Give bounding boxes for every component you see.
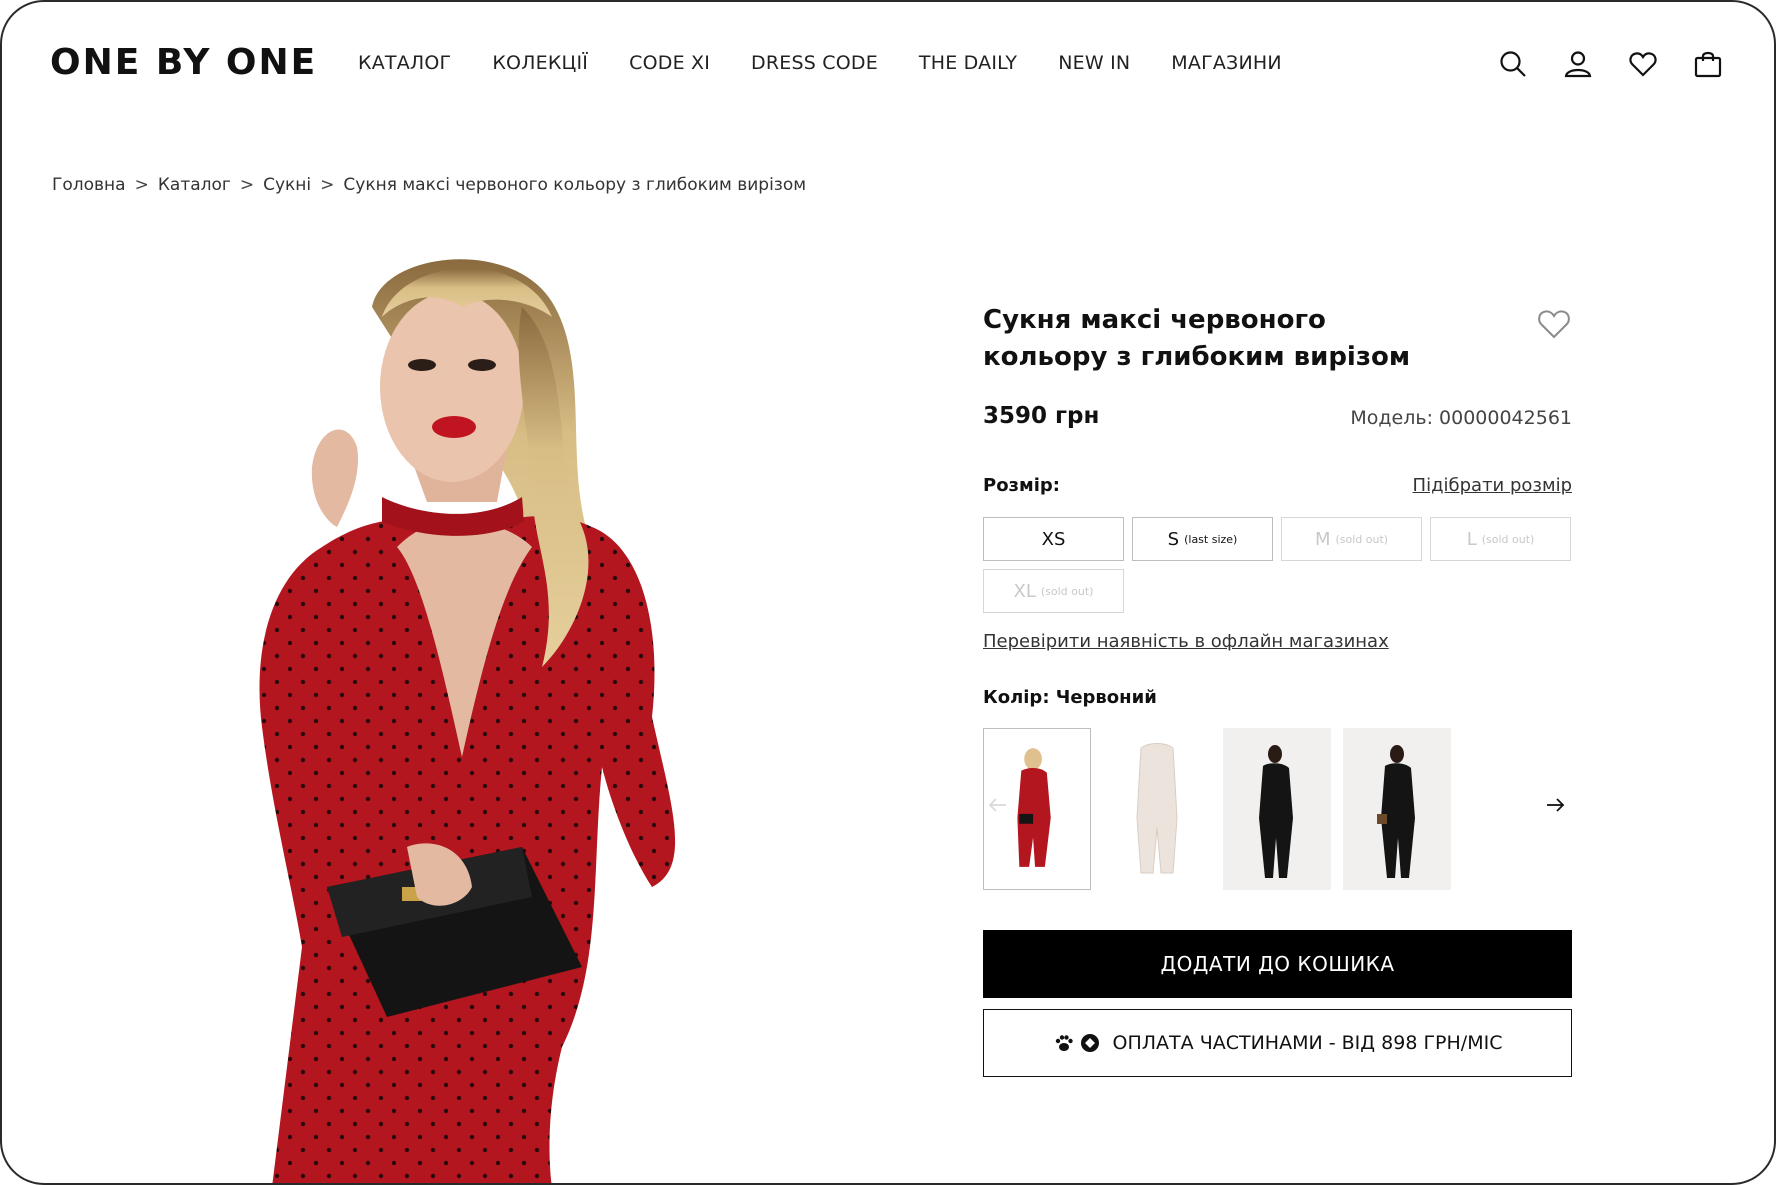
- installment-logo-icon: [1080, 1034, 1099, 1052]
- user-icon[interactable]: [1562, 48, 1594, 80]
- size-option-label: M: [1314, 528, 1331, 550]
- pay-in-installments-button[interactable]: ОПЛАТА ЧАСТИНАМИ - ВІД 898 ГРН/МІС: [983, 1009, 1572, 1077]
- color-label: Колір: Червоний: [983, 687, 1157, 708]
- breadcrumb-catalog[interactable]: Каталог: [158, 175, 231, 195]
- product-price: 3590 грн: [983, 403, 1100, 429]
- add-to-cart-button[interactable]: ДОДАТИ ДО КОШИКА: [983, 930, 1572, 998]
- color-swatch-carousel: [983, 728, 1572, 890]
- nav-item-catalog[interactable]: КАТАЛОГ: [358, 52, 451, 74]
- breadcrumb-home[interactable]: Головна: [52, 175, 126, 195]
- nav-item-the-daily[interactable]: THE DAILY: [919, 52, 1017, 74]
- size-option-m[interactable]: M (sold out): [1281, 517, 1422, 561]
- breadcrumb: Головна > Каталог > Сукні > Сукня максі …: [52, 175, 806, 195]
- color-swatch-black-alt[interactable]: [1343, 728, 1451, 890]
- nav-item-code-xi[interactable]: CODE XI: [629, 52, 710, 74]
- nav-item-collections[interactable]: КОЛЕКЦІЇ: [492, 52, 588, 74]
- color-swatch-cream[interactable]: [1103, 728, 1211, 890]
- price-row: 3590 грн Модель: 00000042561: [983, 403, 1572, 435]
- size-header: Розмір: Підібрати розмір: [983, 475, 1572, 501]
- nav-item-stores[interactable]: МАГАЗИНИ: [1171, 52, 1281, 74]
- size-option-xl[interactable]: XL (sold out): [983, 569, 1124, 613]
- size-option-l[interactable]: L (sold out): [1430, 517, 1571, 561]
- product-info-panel: Сукня максі червоного кольору з глибоким…: [983, 302, 1572, 1077]
- heart-icon[interactable]: [1627, 48, 1659, 80]
- breadcrumb-separator: >: [134, 175, 149, 195]
- size-option-note: (sold out): [1481, 532, 1535, 546]
- main-nav: КАТАЛОГ КОЛЕКЦІЇ CODE XI DRESS CODE THE …: [358, 52, 1323, 74]
- size-label: Розмір:: [983, 475, 1060, 496]
- product-model-number: Модель: 00000042561: [1350, 407, 1572, 429]
- size-option-xs[interactable]: XS: [983, 517, 1124, 561]
- size-option-label: XL: [1013, 580, 1036, 602]
- breadcrumb-separator: >: [239, 175, 255, 195]
- size-option-note: (sold out): [1040, 584, 1094, 598]
- check-offline-stores-link[interactable]: Перевірити наявність в офлайн магазинах: [983, 631, 1389, 652]
- breadcrumb-dresses[interactable]: Сукні: [263, 175, 311, 195]
- nav-item-new-in[interactable]: NEW IN: [1058, 52, 1130, 74]
- breadcrumb-current: Сукня максі червоного кольору з глибоким…: [343, 175, 807, 195]
- search-icon[interactable]: [1497, 48, 1529, 80]
- color-swatch-black[interactable]: [1223, 728, 1331, 890]
- size-guide-link[interactable]: Підібрати розмір: [1413, 475, 1572, 496]
- product-title: Сукня максі червоного кольору з глибоким…: [983, 305, 1411, 372]
- payment-icons: [1053, 1032, 1101, 1054]
- logo[interactable]: ONE BY ONE: [50, 42, 317, 83]
- installments-label: ОПЛАТА ЧАСТИНАМИ - ВІД 898 ГРН/МІС: [1112, 1032, 1503, 1054]
- carousel-next-arrow-icon[interactable]: [1544, 794, 1566, 816]
- paw-icon: [1055, 1035, 1073, 1051]
- nav-item-dress-code[interactable]: DRESS CODE: [751, 52, 878, 74]
- size-option-note: (sold out): [1335, 532, 1389, 546]
- breadcrumb-separator: >: [320, 175, 335, 195]
- site-header: ONE BY ONE КАТАЛОГ КОЛЕКЦІЇ CODE XI DRES…: [2, 2, 1774, 127]
- product-main-image[interactable]: [232, 247, 792, 1183]
- header-actions: [1497, 48, 1724, 80]
- carousel-prev-arrow-icon[interactable]: [987, 794, 1009, 816]
- size-option-label: XS: [1041, 528, 1066, 550]
- size-option-label: L: [1466, 528, 1477, 550]
- bag-icon[interactable]: [1692, 48, 1724, 80]
- size-option-s[interactable]: S (last size): [1132, 517, 1273, 561]
- size-selector: XS S (last size) M (sold out) L (sold ou…: [983, 517, 1572, 613]
- browser-frame: ONE BY ONE КАТАЛОГ КОЛЕКЦІЇ CODE XI DRES…: [0, 0, 1776, 1185]
- wishlist-heart-icon[interactable]: [1536, 306, 1572, 342]
- size-option-label: S: [1167, 528, 1180, 550]
- size-option-note: (last size): [1184, 532, 1238, 546]
